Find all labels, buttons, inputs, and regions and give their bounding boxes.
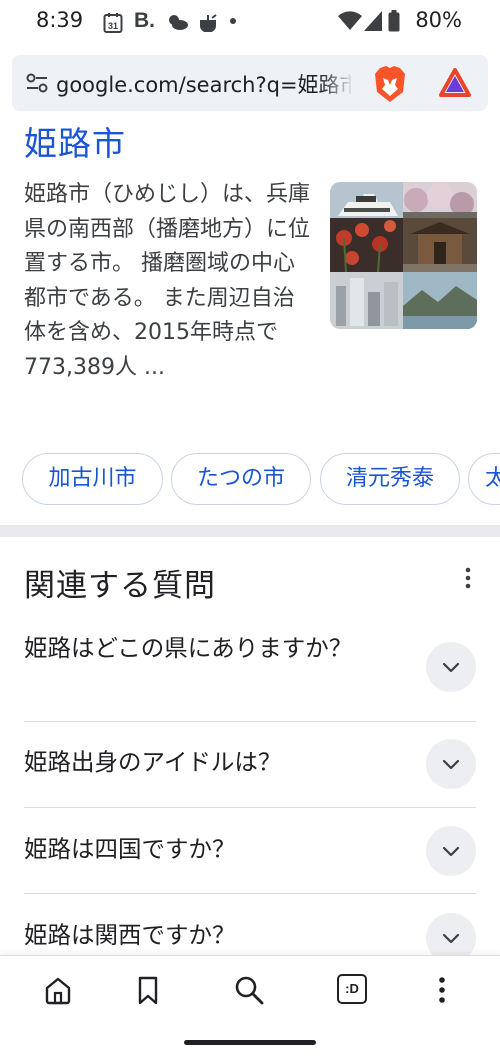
chevron-down-icon [442, 759, 460, 770]
question-text: 姫路はどこの県にありますか？ [24, 634, 353, 662]
chevron-down-icon [442, 933, 460, 944]
home-icon[interactable] [40, 972, 76, 1008]
status-time: 8:39 [36, 8, 84, 32]
chip-partial[interactable]: 太 [468, 453, 500, 505]
question-item[interactable]: 姫路はどこの県にありますか？ [24, 620, 476, 722]
brave-shields-icon[interactable] [373, 65, 407, 103]
cell-signal-icon [364, 11, 382, 31]
chevron-down-icon [442, 846, 460, 857]
weather-icon [169, 15, 188, 30]
brave-rewards-icon[interactable] [439, 68, 471, 98]
battery-icon [388, 10, 400, 32]
search-icon[interactable] [231, 972, 267, 1008]
site-settings-icon[interactable] [26, 73, 48, 93]
calendar-day: 31 [108, 21, 118, 31]
url-bar[interactable]: google.com/search?q=姫路市 [12, 55, 488, 111]
chip-kakogawa[interactable]: 加古川市 [22, 453, 163, 505]
expand-button[interactable] [426, 826, 476, 876]
url-fade [320, 67, 354, 99]
result-title-link[interactable]: 姫路市 [24, 117, 126, 165]
calendar-icon: 31 [103, 13, 123, 33]
collage-image [330, 182, 477, 329]
b-notification-icon: B. [134, 9, 155, 32]
question-text: 姫路は四国ですか？ [24, 835, 236, 863]
more-notifications-dot-icon [230, 18, 236, 24]
question-item[interactable]: 姫路出身のアイドルは？ [24, 722, 476, 808]
more-options-icon[interactable] [458, 566, 478, 590]
question-text: 姫路は関西ですか？ [24, 921, 236, 949]
wifi-icon [338, 11, 362, 30]
pot-icon [200, 14, 217, 32]
related-chips-row: 加古川市 たつの市 清元秀泰 太 [0, 453, 500, 509]
battery-percent: 80% [415, 8, 462, 32]
city-image-collage[interactable] [330, 182, 477, 329]
expand-button[interactable] [426, 913, 476, 955]
chip-kiyomoto[interactable]: 清元秀泰 [320, 453, 460, 505]
chevron-down-icon [442, 662, 460, 673]
section-divider [0, 525, 500, 537]
status-bar: 8:39 31 B. 80% [0, 0, 500, 44]
menu-icon[interactable] [424, 972, 460, 1008]
question-text: 姫路出身のアイドルは？ [24, 748, 282, 776]
bookmark-icon[interactable] [130, 972, 166, 1008]
question-item[interactable]: 姫路は四国ですか？ [24, 808, 476, 894]
question-item[interactable]: 姫路は関西ですか？ [24, 894, 476, 955]
result-description: 姫路市（ひめじし）は、兵庫県の南西部（播磨地方）に位置する市。 播磨圏域の中心都… [24, 182, 311, 380]
url-text[interactable]: google.com/search?q=姫路市 [56, 69, 351, 97]
related-questions-title: 関連する質問 [24, 568, 216, 604]
chip-tatsuno[interactable]: たつの市 [171, 453, 311, 505]
expand-button[interactable] [426, 739, 476, 789]
gesture-bar[interactable] [184, 1040, 316, 1045]
tab-switcher-button[interactable]: :D [337, 974, 367, 1004]
expand-button[interactable] [426, 642, 476, 692]
